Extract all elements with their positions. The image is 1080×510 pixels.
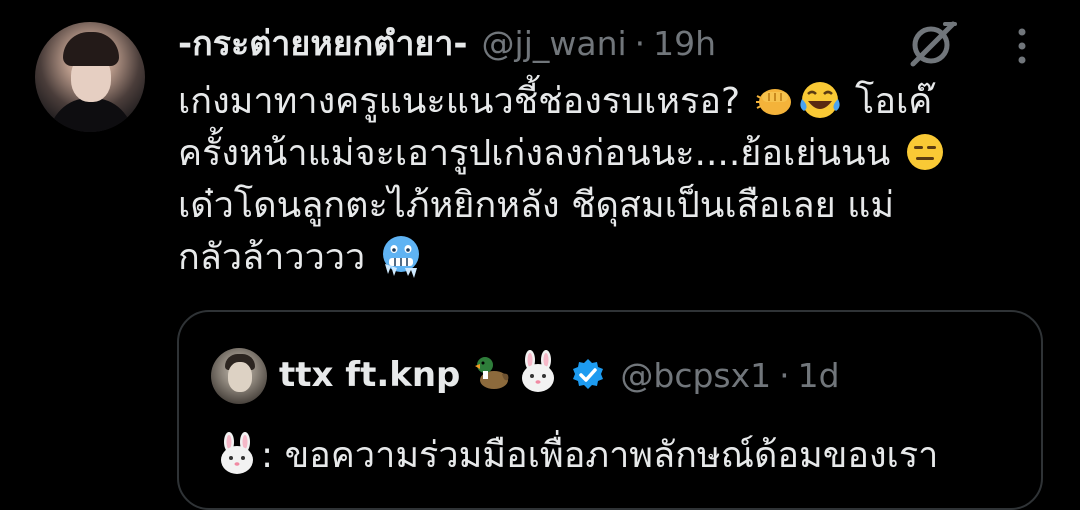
rabbit-face-emoji bbox=[221, 432, 253, 474]
quoted-tweet-text: : ขอความร่วมมือเพื่อภาพลักษณ์ด้อมของเรา bbox=[215, 430, 938, 482]
tweet-text-line: ครั้งหน้าแม่จะเอารูปเก่งลงก่อนนะ....ย้อเ… bbox=[178, 128, 1028, 180]
avatar-body bbox=[49, 98, 133, 132]
author-display-name[interactable]: -กระต่ายหยกตำยา- bbox=[178, 16, 468, 70]
separator-dot: · bbox=[634, 23, 646, 63]
quoted-author-avatar[interactable] bbox=[211, 348, 267, 404]
tweet-text-segment: กลัวล้าวววว bbox=[178, 237, 377, 278]
quoted-tweet-timestamp[interactable]: 1d bbox=[798, 356, 840, 395]
author-handle[interactable]: @jj_wani bbox=[482, 24, 627, 63]
tweet[interactable]: -กระต่ายหยกตำยา- @jj_wani · 19h เก่งมาทา… bbox=[0, 0, 1080, 510]
tweet-timestamp[interactable]: 19h bbox=[653, 24, 716, 63]
quoted-tweet-text-body: : ขอความร่วมมือเพื่อภาพลักษณ์ด้อมของเรา bbox=[261, 435, 939, 476]
quoted-tweet-header: ttx ft.knp @bcpsx1 · 1d bbox=[279, 350, 840, 400]
avatar-face bbox=[228, 362, 252, 392]
cold-face-emoji bbox=[382, 236, 419, 278]
tweet-text-line: เด๋วโดนลูกตะไภ้หยิกหลัง ชีดุสมเป็นเสือเล… bbox=[178, 180, 1028, 232]
tweet-header: -กระต่ายหยกตำยา- @jj_wani · 19h bbox=[178, 18, 716, 68]
quoted-author-handle[interactable]: @bcpsx1 bbox=[620, 356, 771, 395]
tweet-text-line: กลัวล้าวววว bbox=[178, 232, 1028, 284]
grok-icon[interactable] bbox=[905, 18, 959, 68]
laughing-tears-emoji bbox=[799, 82, 840, 118]
fist-emoji bbox=[755, 89, 791, 115]
more-options-icon[interactable] bbox=[1005, 26, 1039, 66]
rabbit-face-emoji bbox=[522, 350, 555, 392]
separator-dot: · bbox=[779, 355, 790, 395]
quoted-tweet[interactable]: ttx ft.knp @bcpsx1 · 1d: ขอความร่วมมือเ… bbox=[177, 310, 1043, 510]
tweet-text-segment: โอเค๊ bbox=[843, 81, 933, 122]
duck-emoji bbox=[475, 357, 509, 389]
tweet-text-line: เก่งมาทางครูแนะแนวชี้ช่องรบเหรอ? โอเค๊ bbox=[178, 76, 1028, 128]
tweet-text: เก่งมาทางครูแนะแนวชี้ช่องรบเหรอ? โอเค๊ ค… bbox=[178, 76, 1028, 284]
quoted-author-display-name[interactable]: ttx ft.knp bbox=[279, 355, 460, 395]
tweet-text-segment: เด๋วโดนลูกตะไภ้หยิกหลัง ชีดุสมเป็นเสือเล… bbox=[178, 185, 895, 226]
avatar-hair bbox=[63, 32, 119, 66]
tweet-text-segment: ครั้งหน้าแม่จะเอารูปเก่งลงก่อนนะ....ย้อเ… bbox=[178, 133, 902, 174]
author-avatar[interactable] bbox=[35, 22, 145, 132]
verified-badge-icon[interactable] bbox=[570, 357, 606, 393]
expressionless-face-emoji bbox=[906, 134, 943, 170]
tweet-text-segment: เก่งมาทางครูแนะแนวชี้ช่องรบเหรอ? bbox=[178, 81, 752, 122]
